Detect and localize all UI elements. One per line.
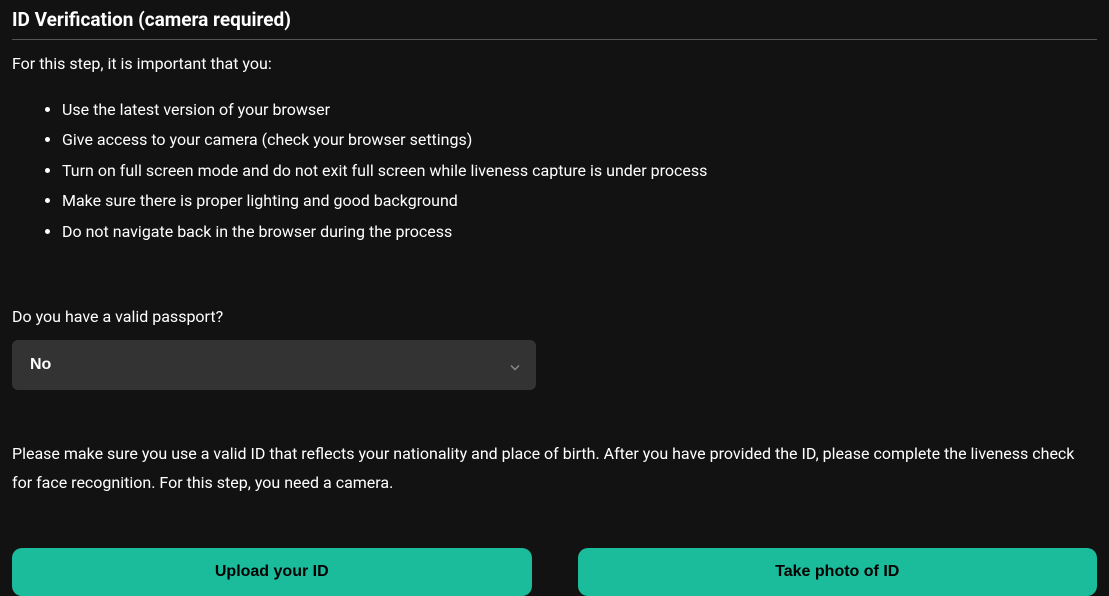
upload-id-button[interactable]: Upload your ID bbox=[12, 548, 532, 596]
passport-question-label: Do you have a valid passport? bbox=[12, 307, 1097, 326]
passport-select-value: No bbox=[30, 356, 51, 373]
button-row: Upload your ID Take photo of ID bbox=[12, 548, 1097, 596]
info-paragraph: Please make sure you use a valid ID that… bbox=[12, 440, 1097, 498]
instruction-item: Use the latest version of your browser bbox=[62, 95, 1097, 125]
instruction-item: Give access to your camera (check your b… bbox=[62, 125, 1097, 155]
page-title: ID Verification (camera required) bbox=[12, 8, 1097, 40]
instruction-item: Make sure there is proper lighting and g… bbox=[62, 186, 1097, 216]
instruction-item: Turn on full screen mode and do not exit… bbox=[62, 156, 1097, 186]
passport-select-wrapper: No bbox=[12, 340, 536, 390]
intro-text: For this step, it is important that you: bbox=[12, 54, 1097, 73]
instruction-item: Do not navigate back in the browser duri… bbox=[62, 217, 1097, 247]
instructions-list: Use the latest version of your browser G… bbox=[12, 95, 1097, 247]
passport-select[interactable]: No bbox=[12, 340, 536, 390]
take-photo-button[interactable]: Take photo of ID bbox=[578, 548, 1098, 596]
